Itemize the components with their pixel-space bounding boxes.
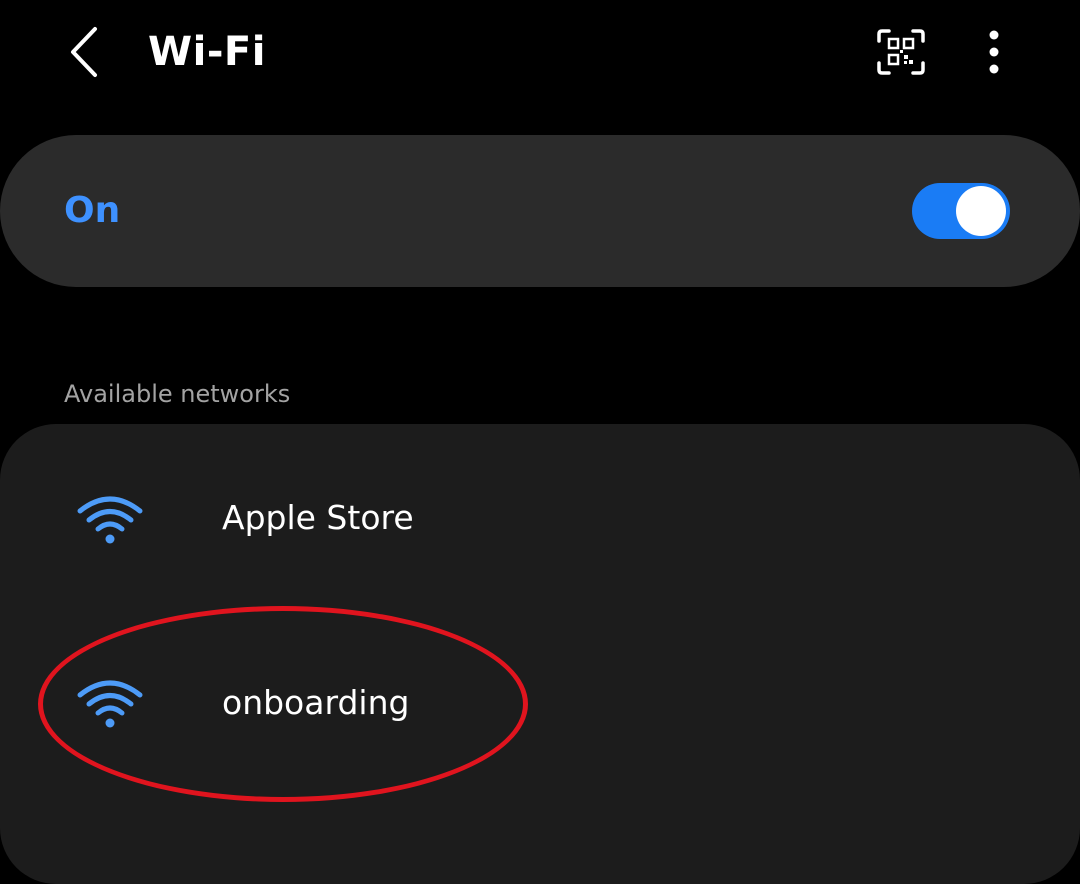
network-list: Apple Store onboarding — [0, 424, 1080, 884]
network-item-apple-store[interactable]: Apple Store — [0, 444, 1080, 594]
back-button[interactable] — [56, 22, 112, 82]
more-vertical-icon — [989, 30, 999, 74]
qr-scan-button[interactable] — [870, 22, 932, 82]
network-item-onboarding[interactable]: onboarding — [0, 627, 1080, 777]
more-options-button[interactable] — [970, 22, 1018, 82]
qr-scan-icon — [877, 29, 925, 75]
chevron-left-icon — [71, 27, 97, 77]
wifi-icon — [77, 680, 143, 728]
wifi-icon — [77, 496, 143, 544]
network-name: onboarding — [222, 683, 410, 722]
wifi-toggle-switch[interactable] — [912, 183, 1010, 239]
network-name: Apple Store — [222, 498, 414, 537]
wifi-status-label: On — [64, 190, 121, 231]
section-header-available-networks: Available networks — [64, 380, 291, 408]
page-title: Wi-Fi — [148, 29, 266, 75]
wifi-toggle-card[interactable]: On — [0, 135, 1080, 287]
switch-knob — [956, 186, 1006, 236]
app-header: Wi-Fi — [0, 0, 1080, 110]
